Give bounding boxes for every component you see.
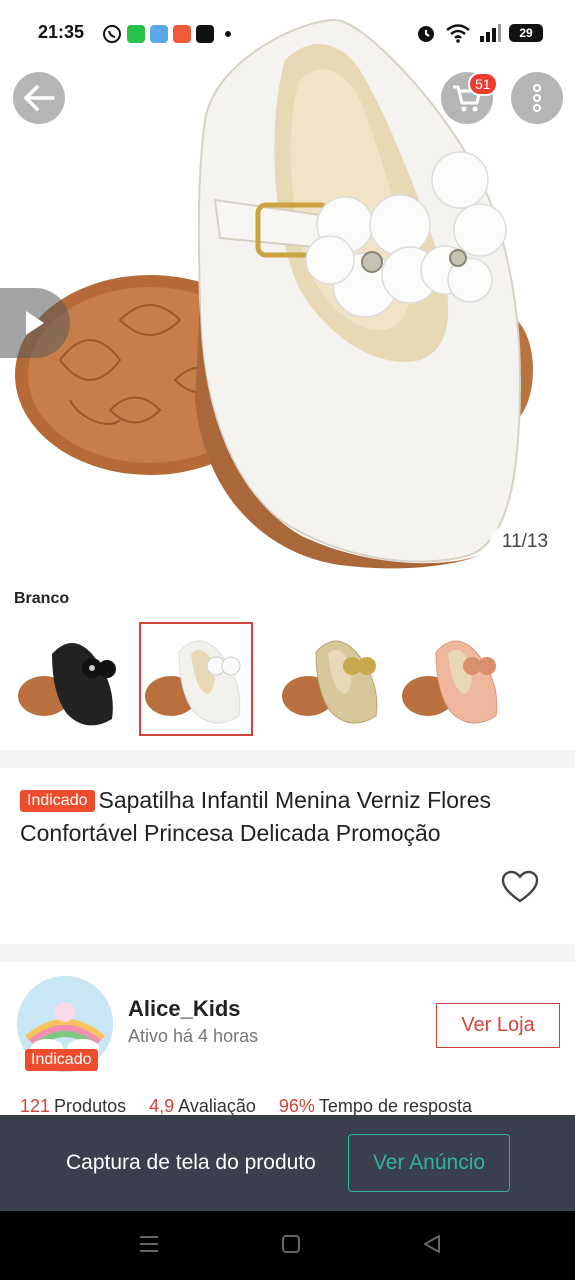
shop-stats: 121 Produtos 4,9 Avaliação 96% Tempo de res… [20,1096,490,1117]
variant-selector [8,622,568,738]
system-navigation-bar [0,1211,575,1280]
app-icon [150,25,168,43]
stat-response: 96% Tempo de resposta [278,1096,473,1116]
cart-count-badge: 51 [468,72,498,96]
variant-black[interactable] [10,622,124,736]
shoe-rose-thumbnail [402,640,498,724]
screenshot-capture-bar: Captura de tela do produto Ver Anúncio [0,1115,575,1211]
wifi-icon [446,24,470,43]
shoe-black-thumbnail [18,643,116,726]
stat-rating: 4,9 Avaliação [149,1096,256,1116]
app-icon [127,25,145,43]
alarm-icon [418,26,434,42]
shoe-gold-thumbnail [282,640,378,724]
view-shop-button[interactable]: Ver Loja [436,1003,560,1048]
view-listing-button[interactable]: Ver Anúncio [348,1134,510,1192]
product-image-gallery[interactable]: 51 11/13 [0,0,575,580]
signal-icon [480,24,501,42]
system-icons: 29 [415,22,543,44]
favorite-button[interactable] [501,870,539,906]
app-icon [196,25,214,43]
section-divider [0,750,575,768]
home-icon[interactable] [281,1233,301,1255]
recommended-tag: Indicado [20,790,95,812]
play-icon [26,311,44,335]
variant-gold[interactable] [274,622,388,736]
battery-icon: 29 [509,24,543,42]
arrow-left-icon [24,85,55,111]
product-title: Indicado Sapatilha Infantil Menina Verniz… [20,784,560,850]
status-time: 21:35 [38,22,85,42]
variant-white[interactable] [139,622,253,736]
shop-active-status: Ativo há 4 horas [128,1026,259,1046]
more-notifications-dot [225,31,231,37]
status-bar: 21:35 29 [0,0,575,64]
variant-label: Branco [14,590,70,607]
shoe-white-thumbnail [145,640,241,724]
heart-icon [501,870,539,903]
notification-icons [102,24,231,44]
play-video-button[interactable] [0,288,70,358]
back-button[interactable] [13,72,65,124]
more-options-button[interactable] [511,72,563,124]
menu-icon[interactable] [138,1233,160,1255]
app-icon [173,25,191,43]
stat-products: 121 Produtos [20,1096,127,1116]
capture-text: Captura de tela do produto [66,1151,316,1174]
image-counter: 11/13 [490,526,560,558]
shop-name[interactable]: Alice_Kids [128,996,241,1022]
more-vertical-icon [533,84,541,112]
section-divider [0,944,575,962]
back-nav-icon[interactable] [422,1233,442,1255]
variant-rose[interactable] [394,622,508,736]
whatsapp-icon [103,25,121,43]
shop-recommended-tag: Indicado [25,1049,98,1071]
